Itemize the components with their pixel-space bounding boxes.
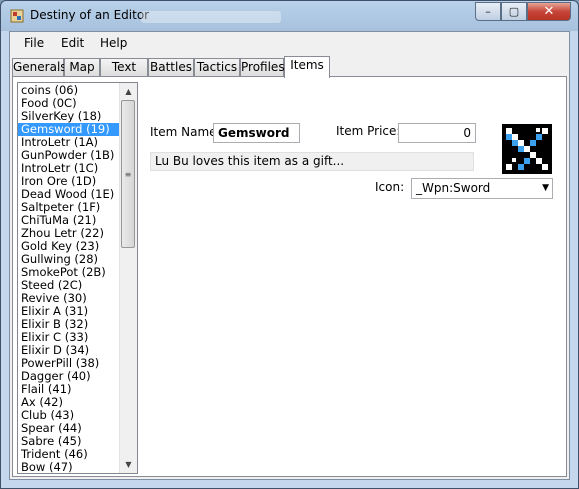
items-listbox[interactable]: coins (06) Food (0C) SilverKey (18) Gemswor…: [17, 82, 138, 474]
tab-battles[interactable]: Battles: [148, 58, 194, 77]
list-item[interactable]: Bow (47): [18, 461, 121, 474]
sword-icon: [502, 124, 552, 174]
tab-map[interactable]: Map: [64, 58, 100, 77]
scroll-down-icon[interactable]: ▼: [120, 456, 137, 473]
app-icon: [10, 9, 24, 23]
item-price-field[interactable]: 0: [398, 123, 476, 143]
item-name-field[interactable]: Gemsword: [213, 123, 300, 143]
menu-edit[interactable]: Edit: [61, 36, 84, 50]
close-button[interactable]: ✕: [527, 2, 571, 21]
tab-text[interactable]: Text: [100, 58, 148, 77]
tab-profiles[interactable]: Profiles: [240, 58, 285, 77]
background-taskbar-ghost: [141, 11, 281, 23]
icon-select[interactable]: _Wpn:Sword ▼: [411, 178, 553, 199]
items-list: coins (06) Food (0C) SilverKey (18) Gemswor…: [18, 84, 121, 474]
tab-items[interactable]: Items: [284, 56, 330, 78]
menu-file[interactable]: File: [24, 36, 44, 50]
maximize-icon: ▢: [508, 5, 520, 18]
tab-generals[interactable]: Generals: [12, 58, 67, 77]
items-tab-panel: coins (06) Food (0C) SilverKey (18) Gemswor…: [12, 76, 567, 477]
tab-tactics[interactable]: Tactics: [194, 58, 240, 77]
icon-select-value: _Wpn:Sword: [416, 181, 491, 195]
minimize-icon: –: [485, 5, 491, 18]
client-area: File Edit Help Generals Map Text Battles…: [9, 31, 570, 480]
title-bar[interactable]: Destiny of an Editor – ▢ ✕: [1, 1, 578, 31]
menu-bar: File Edit Help: [10, 32, 569, 54]
scroll-thumb[interactable]: ≡: [121, 100, 135, 248]
close-icon: ✕: [543, 4, 555, 19]
window-title: Destiny of an Editor: [30, 8, 150, 22]
scroll-up-icon[interactable]: ▲: [120, 83, 137, 100]
item-description[interactable]: Lu Bu loves this item as a gift...: [150, 152, 474, 171]
menu-help[interactable]: Help: [100, 36, 127, 50]
maximize-button[interactable]: ▢: [501, 2, 527, 21]
icon-label: Icon:: [375, 180, 405, 194]
dropdown-arrow-icon[interactable]: ▼: [542, 179, 549, 198]
items-list-scrollbar[interactable]: ▲ ≡ ▼: [119, 83, 137, 473]
item-name-label: Item Name:: [150, 125, 221, 139]
app-window: Destiny of an Editor – ▢ ✕ File Edit Hel…: [0, 0, 579, 489]
item-price-label: Item Price:: [336, 124, 401, 138]
tab-strip: Generals Map Text Battles Tactics Profil…: [12, 56, 567, 78]
minimize-button[interactable]: –: [475, 2, 501, 21]
